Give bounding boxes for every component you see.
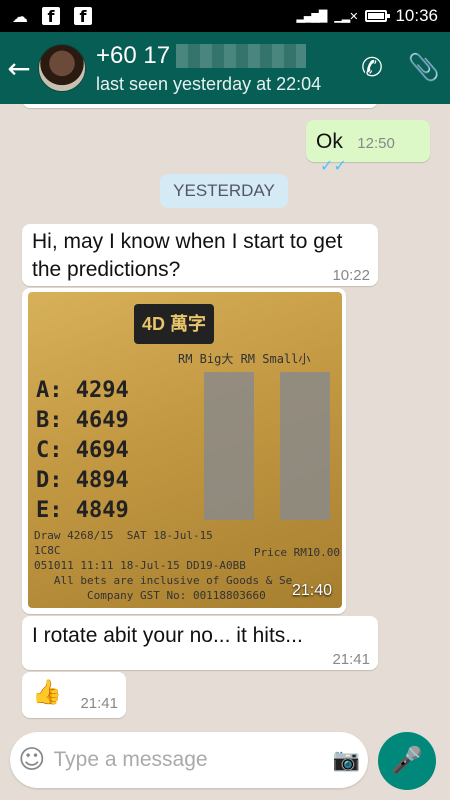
message-text: I rotate abit your no... it hits... <box>32 624 303 647</box>
last-seen-status: last seen yesterday at 22:04 <box>96 73 322 94</box>
chat-header: ← +60 17 last seen yesterday at 22:04 ✆ … <box>0 32 450 104</box>
battery-icon <box>365 10 391 22</box>
phone-icon[interactable]: ✆ <box>346 53 398 83</box>
status-bar: ☁ f f ▂▄▆█ ▁▂✕ 10:36 <box>0 0 450 32</box>
message-text: Hi, may I know when I start to get the p… <box>32 230 343 281</box>
message-time: 21:41 <box>332 651 370 668</box>
redaction-box <box>204 372 254 520</box>
signal-icon: ▂▄▆█ <box>296 9 327 23</box>
read-receipt-icon: ✓✓ <box>320 158 347 175</box>
back-arrow-icon[interactable]: ← <box>0 52 38 85</box>
contact-info[interactable]: +60 17 last seen yesterday at 22:04 <box>96 42 346 95</box>
redaction-box <box>280 372 330 520</box>
message-time: 21:41 <box>80 695 118 712</box>
signal-off-icon: ▁▂✕ <box>334 9 358 23</box>
message-bubble-outgoing[interactable]: Ok 12:50 ✓✓ <box>306 120 430 175</box>
paperclip-icon[interactable]: 📎 <box>398 53 450 83</box>
message-input[interactable] <box>53 748 325 772</box>
message-bubble-partial <box>22 104 378 108</box>
message-bubble-incoming[interactable]: Hi, may I know when I start to get the p… <box>22 224 378 286</box>
message-input-bar: ☺ 📷 <box>10 732 368 788</box>
message-bubble-incoming[interactable]: I rotate abit your no... it hits... 21:4… <box>22 616 378 670</box>
message-text: Ok <box>316 130 343 153</box>
lottery-ticket-image[interactable]: 4D 萬字 RM Big大 RM Small小 A: 4294 B: 4649 … <box>28 292 342 608</box>
contact-name: +60 17 <box>96 42 346 70</box>
ticket-info: Draw 4268/15 SAT 18-Jul-15 1C8C 051011 1… <box>34 529 293 602</box>
facebook-icon: f <box>74 7 92 26</box>
ticket-columns: RM Big大 RM Small小 <box>178 352 311 366</box>
message-bubble-incoming[interactable]: 👍 21:41 <box>22 672 126 718</box>
message-time: 10:22 <box>332 267 370 284</box>
mic-button[interactable]: 🎤 <box>378 732 436 790</box>
facebook-icon: f <box>42 7 60 26</box>
redacted-number <box>176 43 307 68</box>
emoji-icon[interactable]: ☺ <box>10 745 54 775</box>
day-separator: YESTERDAY <box>160 174 288 208</box>
camera-icon[interactable]: 📷 <box>325 748 369 773</box>
thumbs-up-icon: 👍 <box>32 679 62 706</box>
avatar[interactable] <box>38 44 86 92</box>
cloud-icon: ☁ <box>12 6 28 26</box>
ticket-price: Price RM10.00 <box>253 546 340 559</box>
image-time: 21:40 <box>291 582 332 599</box>
chat-area[interactable]: Ok 12:50 ✓✓ YESTERDAY Hi, may I know whe… <box>0 104 450 724</box>
message-time: 12:50 <box>357 135 395 152</box>
ticket-numbers: A: 4294 B: 4649 C: 4694 D: 4894 E: 4849 <box>36 378 129 523</box>
mic-icon: 🎤 <box>390 746 424 776</box>
ticket-logo: 4D 萬字 <box>134 304 214 344</box>
clock: 10:36 <box>395 6 438 25</box>
